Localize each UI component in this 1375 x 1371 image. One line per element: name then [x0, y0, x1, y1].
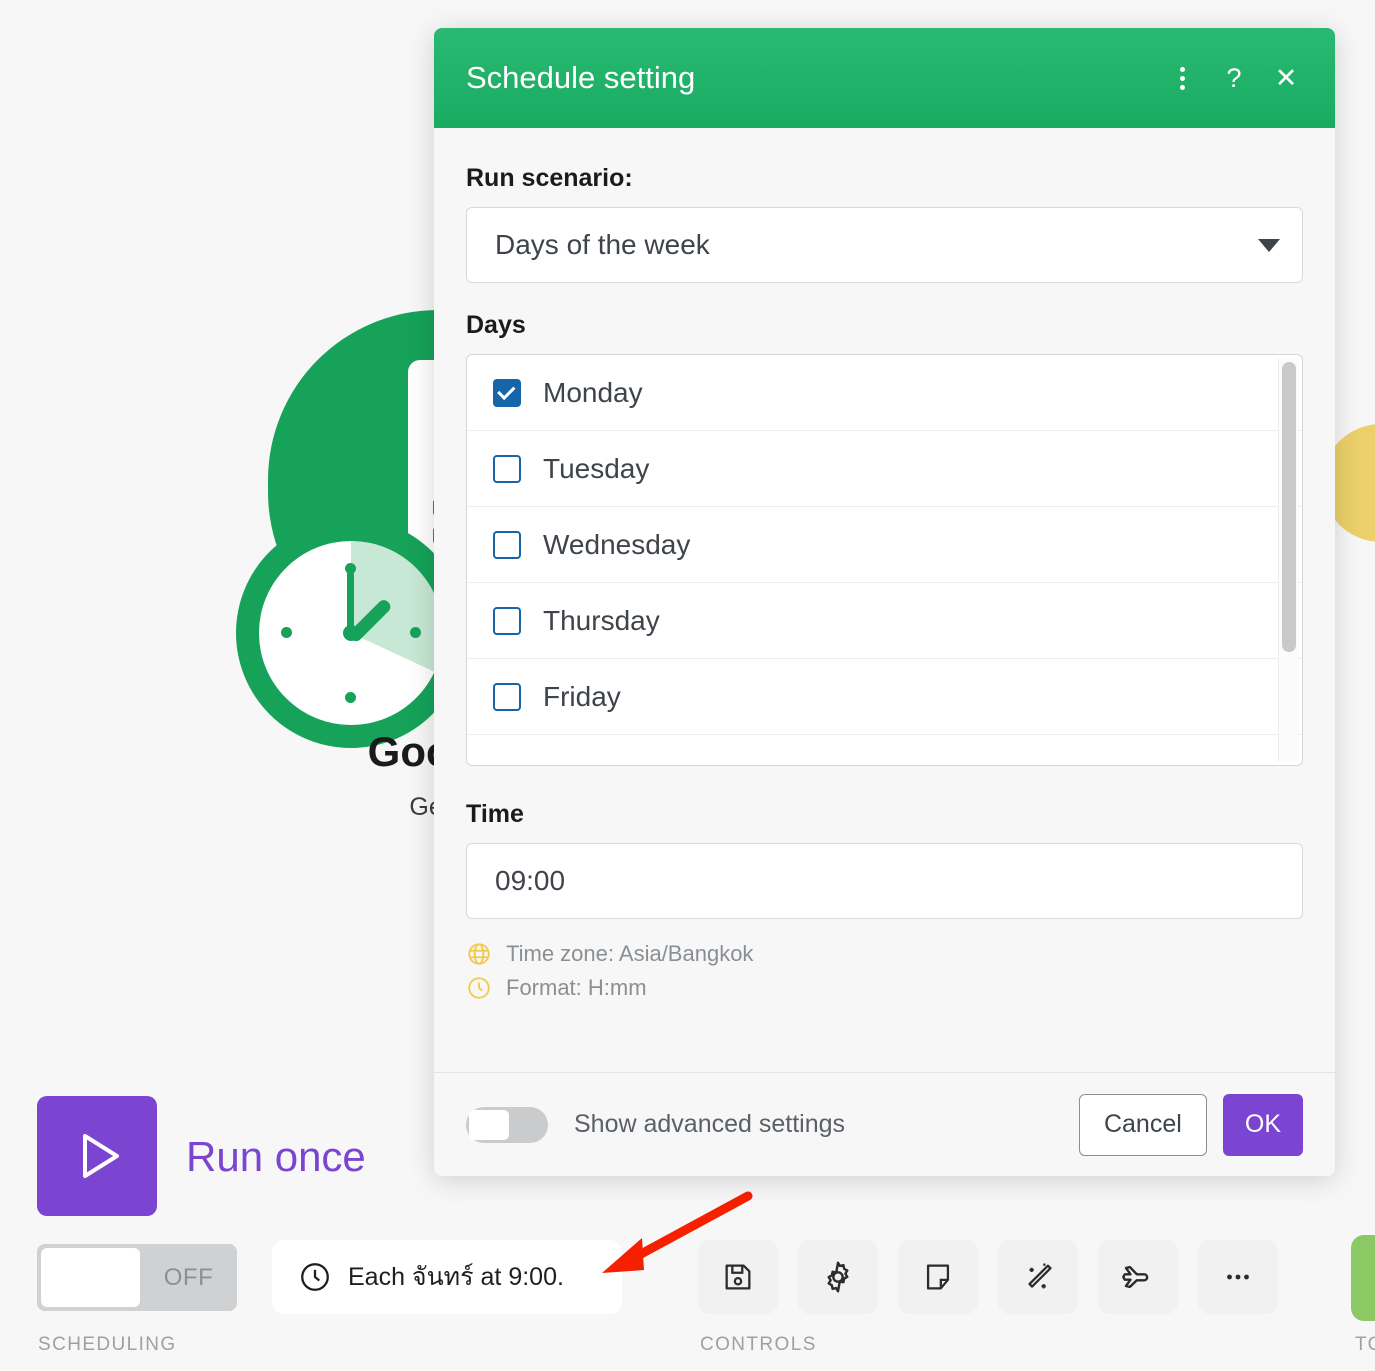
- scheduling-toggle[interactable]: OFF: [37, 1244, 237, 1311]
- clock-illustration-icon: [236, 518, 466, 748]
- app-root: Google Get a TO Run once OFF SCHEDULING …: [0, 0, 1375, 1371]
- schedule-summary-text: Each จันทร์ at 9:00.: [348, 1257, 564, 1297]
- chevron-down-icon: [1258, 239, 1280, 252]
- close-button[interactable]: ✕: [1263, 55, 1309, 101]
- schedule-setting-dialog: Schedule setting ? ✕ Run scenario: Days …: [434, 28, 1335, 1176]
- run-once-label[interactable]: Run once: [186, 1133, 366, 1181]
- advanced-settings-toggle-knob: [469, 1110, 509, 1140]
- play-icon: [65, 1124, 129, 1188]
- note-icon: [921, 1260, 955, 1294]
- advanced-settings-toggle[interactable]: [466, 1107, 548, 1143]
- day-label-tuesday: Tuesday: [543, 453, 649, 485]
- day-label-thursday: Thursday: [543, 605, 660, 637]
- day-row-tuesday[interactable]: Tuesday: [467, 431, 1302, 507]
- days-label: Days: [466, 311, 1303, 340]
- checkbox-friday[interactable]: [493, 683, 521, 711]
- day-row-wednesday[interactable]: Wednesday: [467, 507, 1302, 583]
- checkbox-wednesday[interactable]: [493, 531, 521, 559]
- format-text: Format: H:mm: [506, 975, 647, 1001]
- notes-button[interactable]: [898, 1240, 978, 1314]
- day-label-monday: Monday: [543, 377, 643, 409]
- save-button[interactable]: [698, 1240, 778, 1314]
- checkbox-tuesday[interactable]: [493, 455, 521, 483]
- controls-toolbar: [698, 1240, 1278, 1314]
- dialog-footer: Show advanced settings Cancel OK: [434, 1072, 1335, 1176]
- tools-section-label: TO: [1355, 1334, 1375, 1356]
- cancel-button[interactable]: Cancel: [1079, 1094, 1207, 1156]
- run-once-button[interactable]: [37, 1096, 157, 1216]
- checkbox-monday[interactable]: [493, 379, 521, 407]
- kebab-menu-button[interactable]: [1159, 55, 1205, 101]
- dialog-body: Run scenario: Days of the week Days Mond…: [434, 128, 1335, 1072]
- kebab-menu-icon: [1180, 67, 1185, 90]
- time-input[interactable]: 09:00: [466, 843, 1303, 919]
- dialog-header: Schedule setting ? ✕: [434, 28, 1335, 128]
- run-scenario-select[interactable]: Days of the week: [466, 207, 1303, 283]
- scheduling-section-label: SCHEDULING: [38, 1334, 177, 1356]
- day-row-monday[interactable]: Monday: [467, 355, 1302, 431]
- clock-icon: [298, 1260, 332, 1294]
- more-options-button[interactable]: [1198, 1240, 1278, 1314]
- airplane-icon: [1120, 1259, 1156, 1295]
- format-row: Format: H:mm: [466, 975, 1303, 1001]
- run-scenario-value: Days of the week: [495, 229, 1258, 261]
- scheduling-toggle-knob: [41, 1248, 140, 1307]
- scheduling-toggle-state: OFF: [140, 1264, 237, 1292]
- day-label-wednesday: Wednesday: [543, 529, 690, 561]
- deploy-button[interactable]: [1098, 1240, 1178, 1314]
- time-label: Time: [466, 800, 1303, 829]
- days-list-scrollbar[interactable]: [1278, 359, 1298, 761]
- days-checkbox-list: Monday Tuesday Wednesday Thursday Friday: [466, 354, 1303, 766]
- tools-green-button[interactable]: [1351, 1235, 1375, 1321]
- day-row-thursday[interactable]: Thursday: [467, 583, 1302, 659]
- timezone-row: Time zone: Asia/Bangkok: [466, 941, 1303, 967]
- clock-icon: [466, 975, 492, 1001]
- day-label-friday: Friday: [543, 681, 621, 713]
- autoalign-button[interactable]: [998, 1240, 1078, 1314]
- day-row-friday[interactable]: Friday: [467, 659, 1302, 735]
- days-list-scrollbar-thumb[interactable]: [1282, 362, 1296, 652]
- schedule-summary-chip[interactable]: Each จันทร์ at 9:00.: [272, 1240, 622, 1314]
- ellipsis-icon: [1221, 1260, 1255, 1294]
- controls-section-label: CONTROLS: [700, 1334, 817, 1356]
- settings-button[interactable]: [798, 1240, 878, 1314]
- dialog-title: Schedule setting: [466, 60, 1153, 96]
- ok-button[interactable]: OK: [1223, 1094, 1303, 1156]
- advanced-settings-label: Show advanced settings: [574, 1110, 1079, 1139]
- help-button[interactable]: ?: [1211, 55, 1257, 101]
- magic-wand-icon: [1021, 1260, 1055, 1294]
- timezone-text: Time zone: Asia/Bangkok: [506, 941, 753, 967]
- help-icon: ?: [1226, 63, 1241, 94]
- run-scenario-label: Run scenario:: [466, 164, 1303, 193]
- save-icon: [721, 1260, 755, 1294]
- globe-icon: [466, 941, 492, 967]
- close-icon: ✕: [1275, 63, 1298, 94]
- checkbox-thursday[interactable]: [493, 607, 521, 635]
- gear-icon: [820, 1259, 856, 1295]
- time-value: 09:00: [495, 865, 565, 897]
